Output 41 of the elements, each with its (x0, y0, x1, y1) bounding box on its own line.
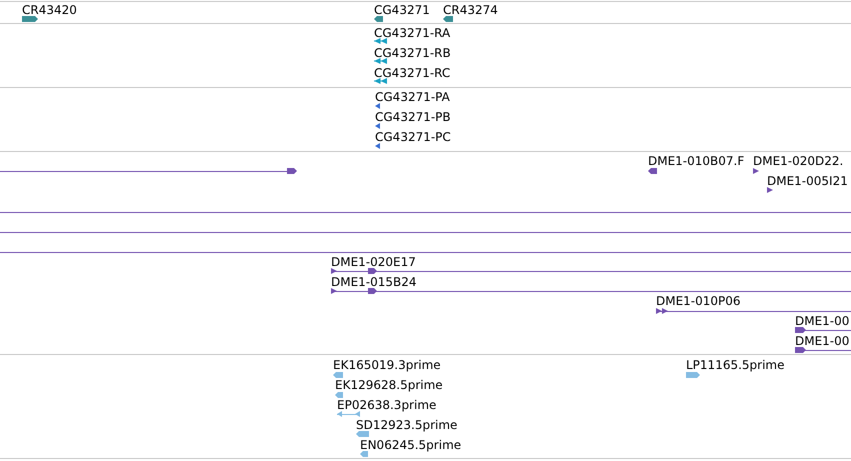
feature-glyph[interactable] (375, 142, 380, 150)
feature-glyph[interactable] (374, 15, 383, 23)
feature-label[interactable]: DME1-020D22. (753, 154, 844, 168)
feature-glyph[interactable] (374, 37, 387, 45)
feature-glyph[interactable] (656, 307, 851, 315)
feature-glyph[interactable] (795, 326, 851, 334)
feature-glyph[interactable] (443, 15, 453, 23)
feature-glyph[interactable] (331, 287, 851, 295)
feature-label[interactable]: CR43274 (443, 3, 498, 17)
feature-glyph[interactable] (648, 167, 657, 175)
feature-glyph[interactable] (767, 186, 773, 194)
feature-label[interactable]: EK165019.3prime (333, 358, 441, 372)
feature-label[interactable]: DME1-010B07.F (648, 154, 744, 168)
feature-glyph[interactable] (22, 15, 38, 23)
feature-label[interactable]: CG43271-RC (374, 66, 450, 80)
feature-label[interactable]: EP02638.3prime (337, 398, 436, 412)
feature-label[interactable]: EN06245.5prime (360, 438, 462, 452)
feature-glyph[interactable] (375, 122, 380, 130)
feature-label[interactable]: CG43271-PA (375, 90, 450, 104)
feature-label[interactable]: SD12923.5prime (356, 418, 458, 432)
feature-glyph[interactable] (374, 77, 387, 85)
feature-label[interactable]: DME1-005I21 (767, 174, 848, 188)
feature-glyph[interactable] (375, 102, 380, 110)
feature-label[interactable]: CG43271 (374, 3, 430, 17)
feature-label[interactable]: EK129628.5prime (335, 378, 443, 392)
feature-glyph[interactable] (374, 57, 387, 65)
feature-glyph[interactable] (795, 346, 851, 354)
feature-label[interactable]: DME1-00 (795, 334, 850, 348)
feature-glyph[interactable] (753, 167, 759, 175)
feature-label[interactable]: LP11165.5prime (686, 358, 785, 372)
feature-label[interactable]: DME1-010P06 (656, 294, 741, 308)
feature-label[interactable]: DME1-020E17 (331, 255, 416, 269)
feature-label[interactable]: CG43271-PB (375, 110, 451, 124)
feature-label[interactable]: DME1-015B24 (331, 275, 417, 289)
feature-label[interactable]: CG43271-PC (375, 130, 451, 144)
feature-label[interactable]: CR43420 (22, 3, 77, 17)
feature-label[interactable]: DME1-00 (795, 314, 850, 328)
feature-label[interactable]: CG43271-RA (374, 26, 450, 40)
feature-label[interactable]: CG43271-RB (374, 46, 451, 60)
feature-glyph[interactable] (331, 267, 851, 275)
feature-glyph[interactable] (0, 167, 297, 175)
